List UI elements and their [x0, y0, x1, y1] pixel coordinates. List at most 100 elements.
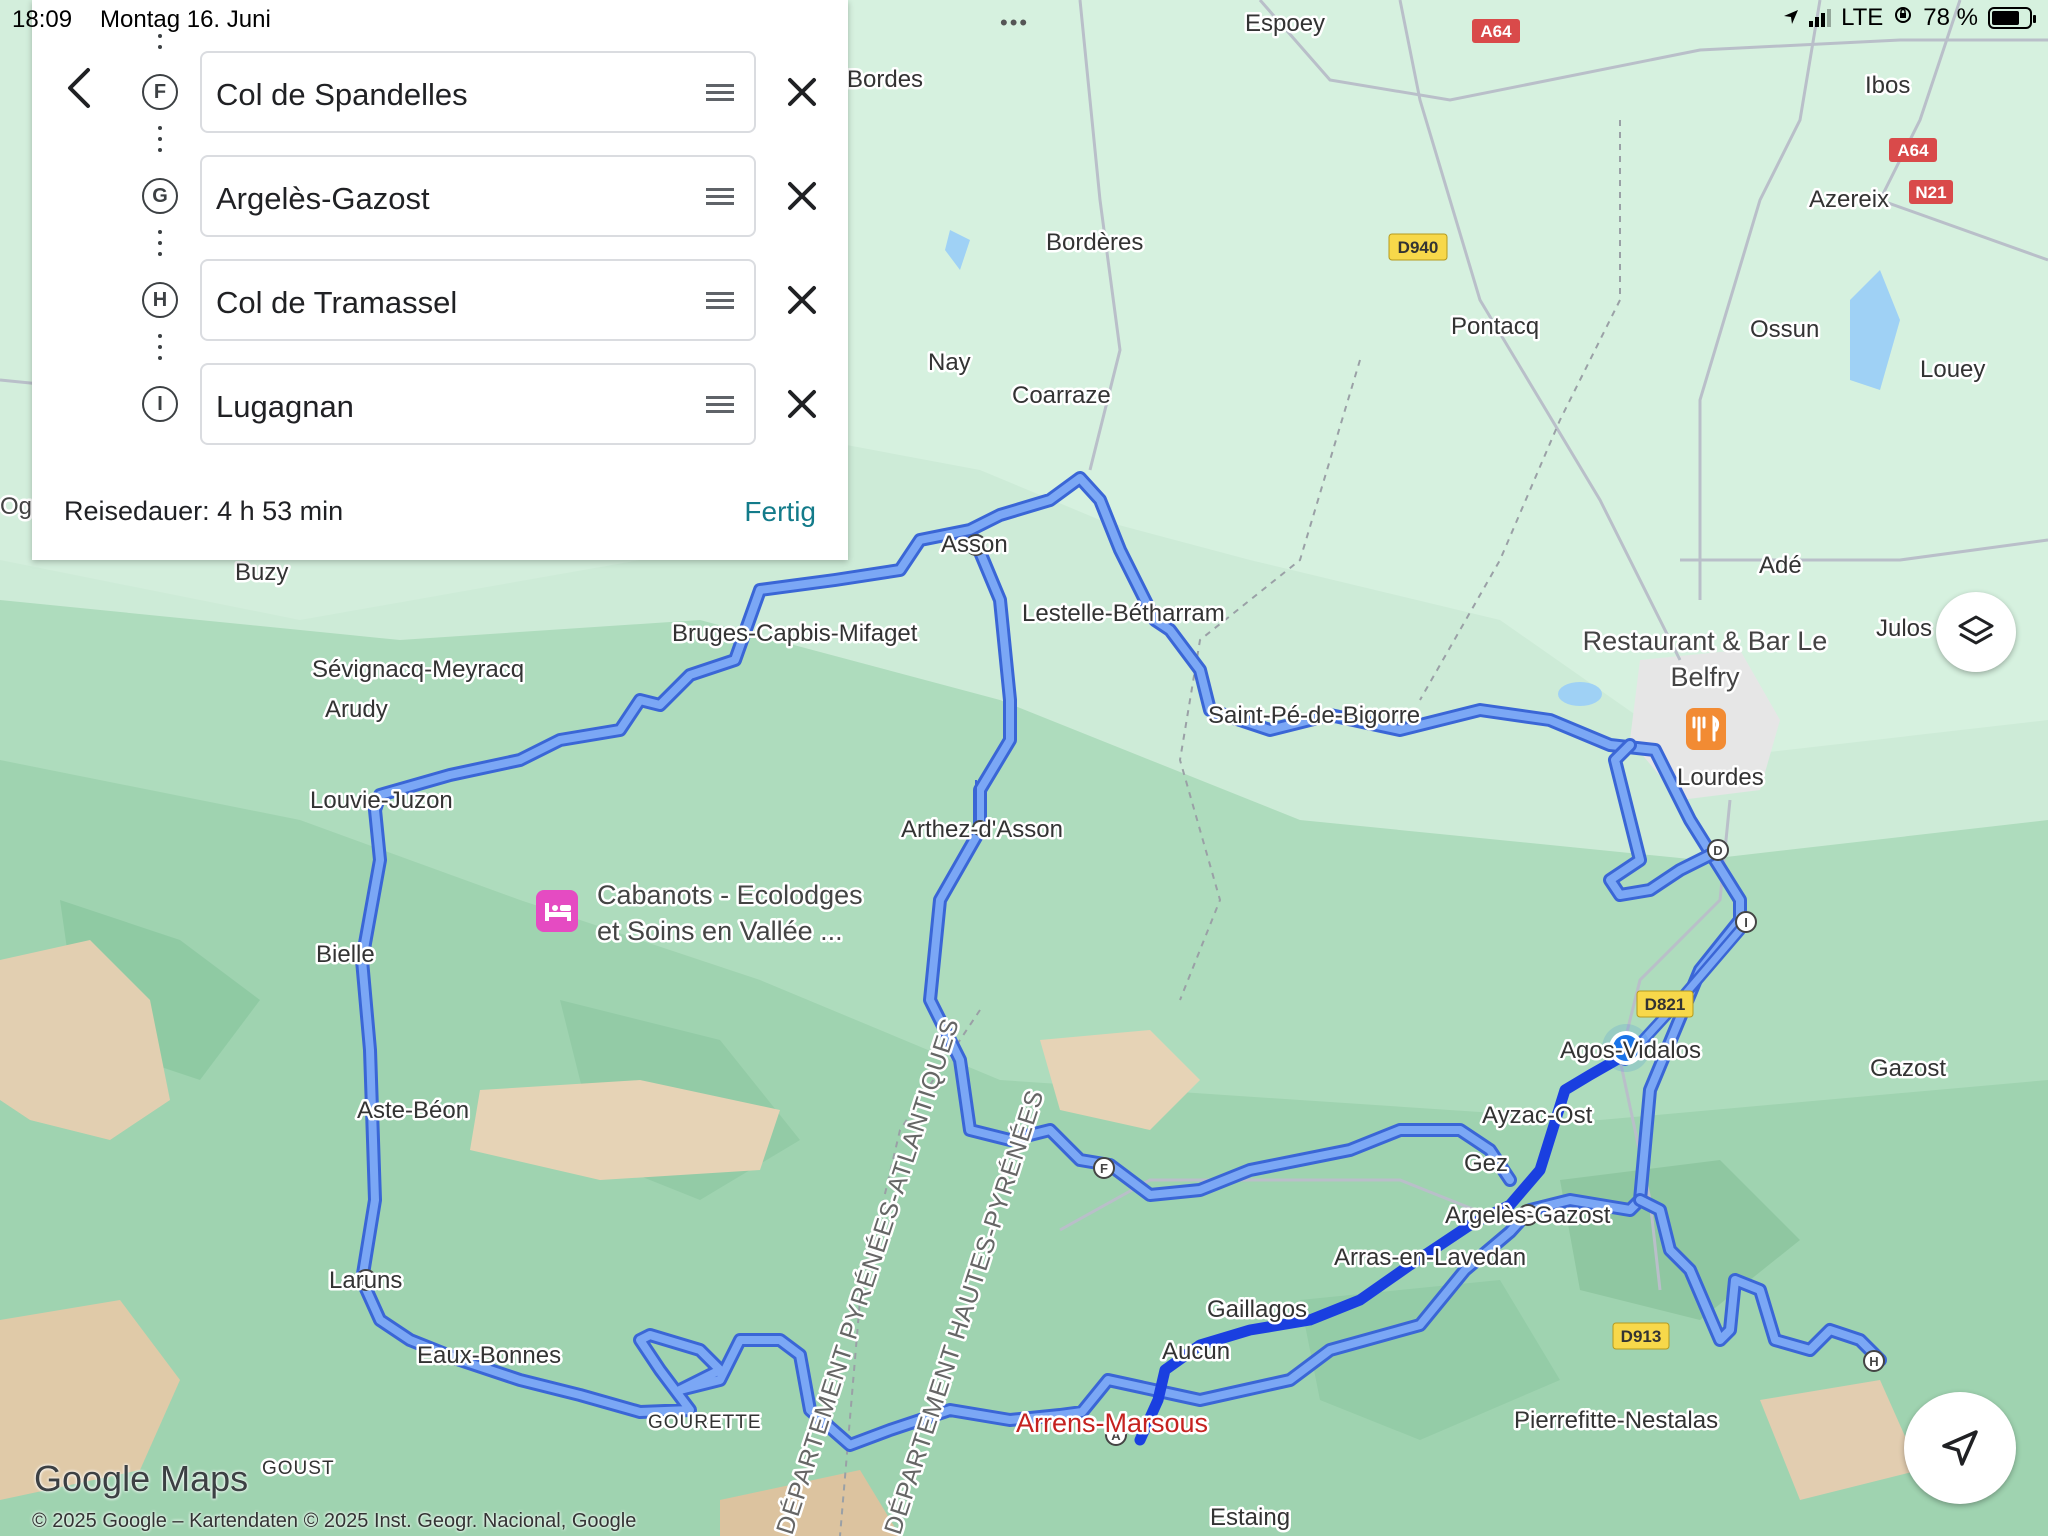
- place-label: Og: [0, 493, 32, 520]
- place-label: Azereix: [1809, 186, 1889, 213]
- status-bar: 18:09 Montag 16. Juni ••• LTE 78 %: [0, 0, 2048, 40]
- road-shield-d821: D821: [1636, 990, 1694, 1018]
- multitasking-dots[interactable]: •••: [1000, 10, 1029, 36]
- stop-name: Argelès-Gazost: [216, 181, 430, 216]
- svg-text:I: I: [1744, 915, 1748, 930]
- close-icon: [788, 182, 816, 210]
- drag-handle-icon[interactable]: [706, 396, 734, 416]
- stop-letter-f: F: [142, 74, 178, 110]
- status-time: 18:09: [12, 6, 73, 33]
- place-label: Estaing: [1210, 1504, 1290, 1531]
- waypoint-marker-h[interactable]: H: [1863, 1350, 1885, 1372]
- place-label: Louey: [1920, 356, 1985, 383]
- svg-text:A64: A64: [1897, 141, 1929, 160]
- svg-text:Restaurant & Bar Le: Restaurant & Bar Le: [1583, 626, 1828, 656]
- stop-row-f: F Col de Spandelles: [32, 48, 848, 136]
- trip-duration: Reisedauer: 4 h 53 min: [64, 496, 344, 526]
- stop-input-f[interactable]: Col de Spandelles: [200, 51, 756, 133]
- google-maps-logo: Google Maps: [34, 1458, 249, 1499]
- place-label: Julos: [1876, 615, 1932, 642]
- place-label: Ayzac-Ost: [1482, 1102, 1593, 1129]
- remove-stop-button[interactable]: [780, 70, 824, 114]
- place-label: Ossun: [1750, 316, 1819, 343]
- stop-input-h[interactable]: Col de Tramassel: [200, 259, 756, 341]
- place-label: Bordes: [847, 66, 923, 93]
- done-button[interactable]: Fertig: [744, 496, 816, 528]
- place-label: Arudy: [325, 696, 388, 723]
- drag-handle-icon[interactable]: [706, 188, 734, 208]
- battery-icon: [1988, 7, 2036, 29]
- battery-percent: 78 %: [1923, 4, 1978, 31]
- svg-text:D913: D913: [1621, 1327, 1662, 1346]
- close-icon: [788, 78, 816, 106]
- svg-text:et Soins en Vallée ...: et Soins en Vallée ...: [597, 916, 843, 946]
- remove-stop-button[interactable]: [780, 382, 824, 426]
- road-shield-a64: A64: [1889, 138, 1937, 162]
- place-label: Nay: [928, 349, 971, 376]
- place-label: Argelès-Gazost: [1445, 1202, 1611, 1229]
- drag-handle-icon[interactable]: [706, 292, 734, 312]
- stop-letter-i: I: [142, 386, 178, 422]
- layers-button[interactable]: [1936, 592, 2016, 672]
- place-label: Saint-Pé-de-Bigorre: [1208, 702, 1420, 729]
- place-label: Agos-Vidalos: [1560, 1037, 1701, 1064]
- close-icon: [788, 286, 816, 314]
- stop-name: Lugagnan: [216, 389, 354, 424]
- location-arrow-icon: [1783, 4, 1799, 32]
- close-icon: [788, 390, 816, 418]
- place-label: Laruns: [329, 1267, 402, 1294]
- stop-letter-h: H: [142, 282, 178, 318]
- stop-row-g: G Argelès-Gazost: [32, 152, 848, 240]
- place-label-small: GOURETTE: [648, 1412, 762, 1433]
- place-label: Aucun: [1162, 1338, 1230, 1365]
- place-label: Louvie-Juzon: [310, 787, 453, 814]
- map-attribution[interactable]: © 2025 Google – Kartendaten © 2025 Inst.…: [32, 1510, 636, 1533]
- remove-stop-button[interactable]: [780, 278, 824, 322]
- status-date: Montag 16. Juni: [100, 6, 271, 33]
- place-label: Sévignacq-Meyracq: [312, 656, 524, 683]
- directions-panel: F Col de Spandelles G Argelès-Gazost H C…: [32, 0, 848, 560]
- road-shield-n21: N21: [1909, 180, 1953, 204]
- stop-row-h: H Col de Tramassel: [32, 256, 848, 344]
- status-right: LTE 78 %: [1783, 4, 2036, 32]
- place-label: Pontacq: [1451, 313, 1539, 340]
- road-shield-d940: D940: [1388, 233, 1448, 261]
- place-label: Adé: [1759, 552, 1802, 579]
- place-label: Lestelle-Bétharram: [1022, 600, 1225, 627]
- stop-input-i[interactable]: Lugagnan: [200, 363, 756, 445]
- place-label: Bielle: [316, 941, 375, 968]
- road-shield-d913: D913: [1612, 1322, 1670, 1350]
- orientation-lock-icon: [1893, 4, 1913, 32]
- place-label: Gez: [1464, 1150, 1508, 1177]
- place-label: Buzy: [235, 559, 288, 586]
- svg-text:Cabanots - Ecolodges: Cabanots - Ecolodges: [597, 880, 863, 910]
- svg-text:F: F: [1100, 1161, 1108, 1176]
- place-label: Pierrefitte-Nestalas: [1514, 1407, 1718, 1434]
- place-label: Lourdes: [1677, 764, 1764, 791]
- drag-handle-icon[interactable]: [706, 84, 734, 104]
- place-label: Asson: [941, 531, 1008, 558]
- place-label-small: GOUST: [262, 1458, 335, 1479]
- stop-row-i: I Lugagnan: [32, 360, 848, 448]
- svg-text:Belfry: Belfry: [1670, 662, 1740, 692]
- svg-text:D940: D940: [1398, 238, 1439, 257]
- place-label: Gaillagos: [1207, 1296, 1307, 1323]
- place-label: Ibos: [1865, 72, 1910, 99]
- place-label: Bordères: [1046, 229, 1143, 256]
- network-type: LTE: [1841, 4, 1884, 31]
- layers-icon: [1958, 615, 1994, 645]
- place-label-highlight: Arrens-Marsous: [1016, 1408, 1208, 1438]
- waypoint-marker-f[interactable]: F: [1093, 1157, 1115, 1179]
- stop-name: Col de Tramassel: [216, 285, 458, 320]
- signal-icon: [1809, 9, 1832, 27]
- navigation-arrow-icon: [1942, 1430, 1978, 1466]
- svg-text:H: H: [1869, 1354, 1878, 1369]
- navigate-button[interactable]: [1904, 1392, 2016, 1504]
- remove-stop-button[interactable]: [780, 174, 824, 218]
- waypoint-marker-i[interactable]: I: [1735, 911, 1757, 933]
- svg-text:D: D: [1713, 843, 1722, 858]
- place-label: Arras-en-Lavedan: [1334, 1244, 1526, 1271]
- waypoint-marker-d[interactable]: D: [1707, 839, 1729, 861]
- place-label: Gazost: [1870, 1055, 1946, 1082]
- stop-input-g[interactable]: Argelès-Gazost: [200, 155, 756, 237]
